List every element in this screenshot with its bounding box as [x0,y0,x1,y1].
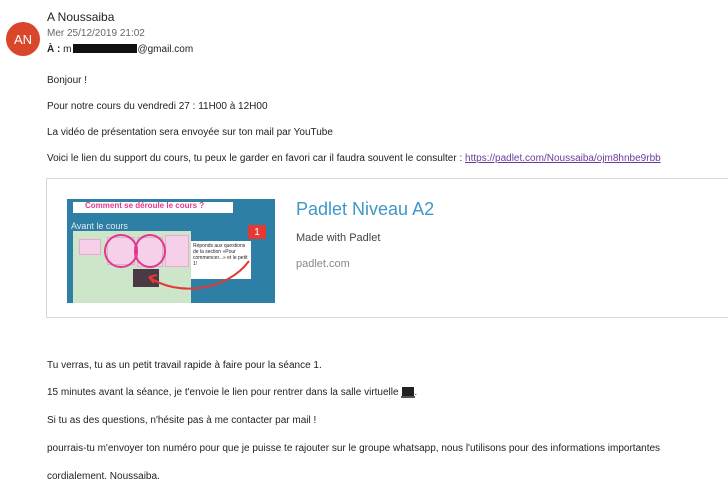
link-preview-card[interactable]: Comment se déroule le cours ? Avant le c… [46,178,728,318]
body-line-link: Voici le lien du support du cours, tu pe… [47,153,661,164]
body-line-questions: Si tu as des questions, n'hésite pas à m… [47,415,317,426]
recipient-suffix: @gmail.com [137,44,194,55]
to-label: À : [47,44,61,55]
signature: cordialement. Noussaiba. [47,471,160,482]
recipient-line: À : m @gmail.com [47,44,193,55]
body-line-virtual-room: 15 minutes avant la séance, je t'envoie … [47,387,417,398]
body-line-video: La vidéo de présentation sera envoyée su… [47,127,333,138]
body-line-whatsapp: pourrais-tu m'envoyer ton numéro pour qu… [47,443,661,454]
greeting: Bonjour ! [47,75,88,86]
sender-avatar[interactable]: AN [6,22,40,56]
sender-name[interactable]: A Noussaiba [47,10,114,24]
card-title[interactable]: Padlet Niveau A2 [296,199,434,220]
body-line-schedule: Pour notre cours du vendredi 27 : 11H00 … [47,101,268,112]
card-description: Made with Padlet [296,232,381,244]
padlet-link[interactable]: https://padlet.com/Noussaiba/ojm8hnbe9rb… [465,153,661,164]
redaction-block [73,44,138,53]
sent-date: Mer 25/12/2019 21:02 [47,28,145,39]
link-intro: Voici le lien du support du cours, tu pe… [47,153,466,164]
virtual-room-text: 15 minutes avant la séance, je t'envoie … [47,387,399,398]
recipient-prefix: m [63,44,72,55]
thumb-arrow [148,260,250,290]
computer-icon [401,387,416,398]
body-line-homework: Tu verras, tu as un petit travail rapide… [47,360,322,371]
card-domain: padlet.com [296,258,350,270]
padlet-thumbnail[interactable]: Comment se déroule le cours ? Avant le c… [67,199,275,303]
